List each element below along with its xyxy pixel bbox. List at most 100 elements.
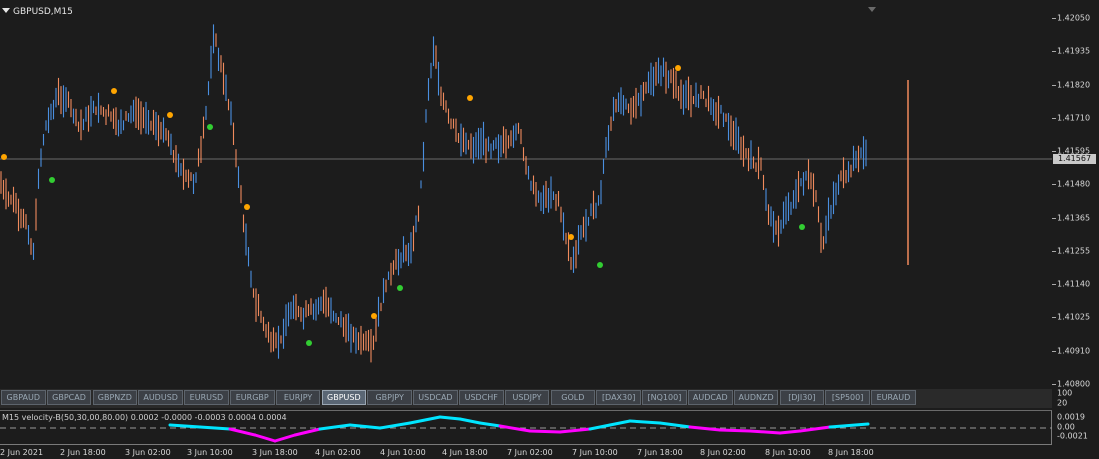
velocity-segment <box>253 433 277 443</box>
symbol-tab-sp500[interactable]: [SP500] <box>825 390 870 405</box>
chart-shift-marker-icon <box>868 7 876 12</box>
symbol-tab-eurgbp[interactable]: EURGBP <box>230 390 275 405</box>
price-bars <box>0 24 867 363</box>
time-label: 8 Jun 02:00 <box>700 448 746 457</box>
velocity-segment <box>293 427 322 437</box>
velocity-segment <box>458 417 482 425</box>
symbol-tab-gbpusd[interactable]: GBPUSD <box>321 390 367 405</box>
sell-signal-dot <box>1 154 7 160</box>
time-label: 3 Jun 10:00 <box>187 448 233 457</box>
chart-title: GBPUSD,M15 <box>2 7 73 17</box>
price-tick-mark <box>1052 317 1056 319</box>
sell-signal-dot <box>167 112 173 118</box>
price-tick-label: 1.41025 <box>1057 312 1091 322</box>
velocity-segment <box>528 429 562 434</box>
symbol-tabs-bar: GBPAUD GBPCAD GBPNZD AUDUSD EURUSD EURGBP EURJ… <box>0 389 1052 408</box>
time-label: 7 Jun 18:00 <box>637 448 683 457</box>
symbol-tab-eurusd[interactable]: EURUSD <box>184 390 229 405</box>
time-label: 4 Jun 18:00 <box>442 448 488 457</box>
price-tick-label: 1.42050 <box>1057 13 1091 23</box>
symbol-tab-dji30[interactable]: [DJI30] <box>779 390 825 405</box>
price-tick-label: 1.41820 <box>1057 80 1091 90</box>
velocity-segment <box>658 421 692 429</box>
velocity-segment <box>438 415 462 421</box>
indicator-label: M15 velocity-B(50,30,00,80.00) 0.0002 -0… <box>2 413 287 422</box>
buy-signal-dot <box>397 285 403 291</box>
velocity-segment <box>828 422 870 429</box>
indicator-axis-label: 0.00 <box>1057 422 1075 432</box>
time-label: 8 Jun 10:00 <box>765 448 811 457</box>
price-tick-label: 1.41255 <box>1057 246 1091 256</box>
sell-signal-dot <box>111 88 117 94</box>
time-label: 4 Jun 02:00 <box>315 448 361 457</box>
price-tick-label: 1.41935 <box>1057 46 1091 56</box>
price-tick-mark <box>1052 217 1056 219</box>
indicator-axis-label: 0.0019 <box>1057 412 1085 422</box>
price-tick-label: 1.41595 <box>1057 146 1091 156</box>
time-label: 8 Jun 18:00 <box>828 448 874 457</box>
price-tick-mark <box>1052 284 1056 286</box>
indicator-panel[interactable]: M15 velocity-B(50,30,00,80.00) 0.0002 -0… <box>0 410 1052 444</box>
time-label: 2 Jun 18:00 <box>60 448 106 457</box>
symbol-tab-nq100[interactable]: [NQ100] <box>642 390 687 405</box>
price-tick-mark <box>1052 184 1056 186</box>
price-tick-label: 1.40910 <box>1057 346 1091 356</box>
sell-signal-dot <box>467 95 473 101</box>
symbol-tab-audusd[interactable]: AUDUSD <box>138 390 183 405</box>
symbol-tab-gbpnzd[interactable]: GBPNZD <box>92 390 138 405</box>
price-tick-mark <box>1052 384 1056 385</box>
symbol-tab-gold[interactable]: GOLD <box>550 390 596 405</box>
velocity-segment <box>688 425 722 432</box>
price-tick-label: 1.40800 <box>1057 379 1091 389</box>
buy-signal-dot <box>597 262 603 268</box>
time-label: 2 Jun 2021 <box>0 448 44 457</box>
velocity-segment <box>558 427 592 434</box>
symbol-tab-usdjpy[interactable]: USDJPY <box>504 390 550 405</box>
symbol-tab-dax30[interactable]: [DAX30] <box>596 390 641 405</box>
symbol-tab-audnzd[interactable]: AUDNZD <box>733 390 779 405</box>
velocity-segment <box>718 428 752 433</box>
price-tick-label: 1.41365 <box>1057 213 1091 223</box>
time-label: 3 Jun 18:00 <box>252 448 298 457</box>
chart-symbol-label: GBPUSD,M15 <box>13 7 73 17</box>
symbol-tab-euraud[interactable]: EURAUD <box>871 390 916 405</box>
buy-signal-dot <box>306 340 312 346</box>
buy-signal-dot <box>799 224 805 230</box>
velocity-segment <box>198 425 232 431</box>
symbol-tab-usdcad[interactable]: USDCAD <box>413 390 458 405</box>
velocity-segment <box>608 419 632 427</box>
time-label: 7 Jun 10:00 <box>572 448 618 457</box>
price-tick-mark <box>1052 51 1056 53</box>
symbol-tab-gbpjpy[interactable]: GBPJPY <box>367 390 412 405</box>
velocity-segment <box>273 433 297 443</box>
time-axis[interactable]: 2 Jun 2021 2 Jun 18:00 3 Jun 02:00 3 Jun 10… <box>0 444 1052 459</box>
price-tick-mark <box>1052 350 1056 352</box>
velocity-segment <box>478 421 502 428</box>
symbol-tab-gbpcad[interactable]: GBPCAD <box>46 390 92 405</box>
price-tick-mark <box>1052 117 1056 119</box>
buy-signal-dot <box>49 177 55 183</box>
price-tick-label: 1.41140 <box>1057 279 1091 289</box>
price-chart-canvas[interactable] <box>0 0 1052 387</box>
price-tick-mark <box>1052 84 1056 86</box>
price-tick-mark <box>1052 250 1056 252</box>
time-label: 7 Jun 02:00 <box>507 448 553 457</box>
velocity-segment <box>408 415 442 425</box>
price-tick-mark <box>1052 18 1056 19</box>
price-tick-label: 1.41710 <box>1057 113 1091 123</box>
price-axis[interactable]: 1.41567 1.42050 1.41935 1.41820 1.41710 1.41… <box>1052 0 1099 389</box>
indicator-axis-label: -0.0021 <box>1057 431 1088 441</box>
sell-signal-dot <box>568 234 574 240</box>
dropdown-triangle-icon[interactable] <box>2 8 10 13</box>
symbol-tab-gbpaud[interactable]: GBPAUD <box>1 390 46 405</box>
price-chart[interactable]: GBPUSD,M15 <box>0 0 1053 387</box>
symbol-tab-eurjpy[interactable]: EURJPY <box>275 390 321 405</box>
velocity-segment <box>778 429 802 435</box>
indicator-axis-label: 100 <box>1057 388 1073 398</box>
velocity-segment <box>378 421 412 430</box>
indicator-axis-label: 20 <box>1057 398 1068 408</box>
symbol-tab-audcad[interactable]: AUDCAD <box>688 390 733 405</box>
velocity-segment <box>748 429 782 435</box>
price-tick-mark <box>1052 151 1056 153</box>
symbol-tab-usdchf[interactable]: USDCHF <box>459 390 504 405</box>
